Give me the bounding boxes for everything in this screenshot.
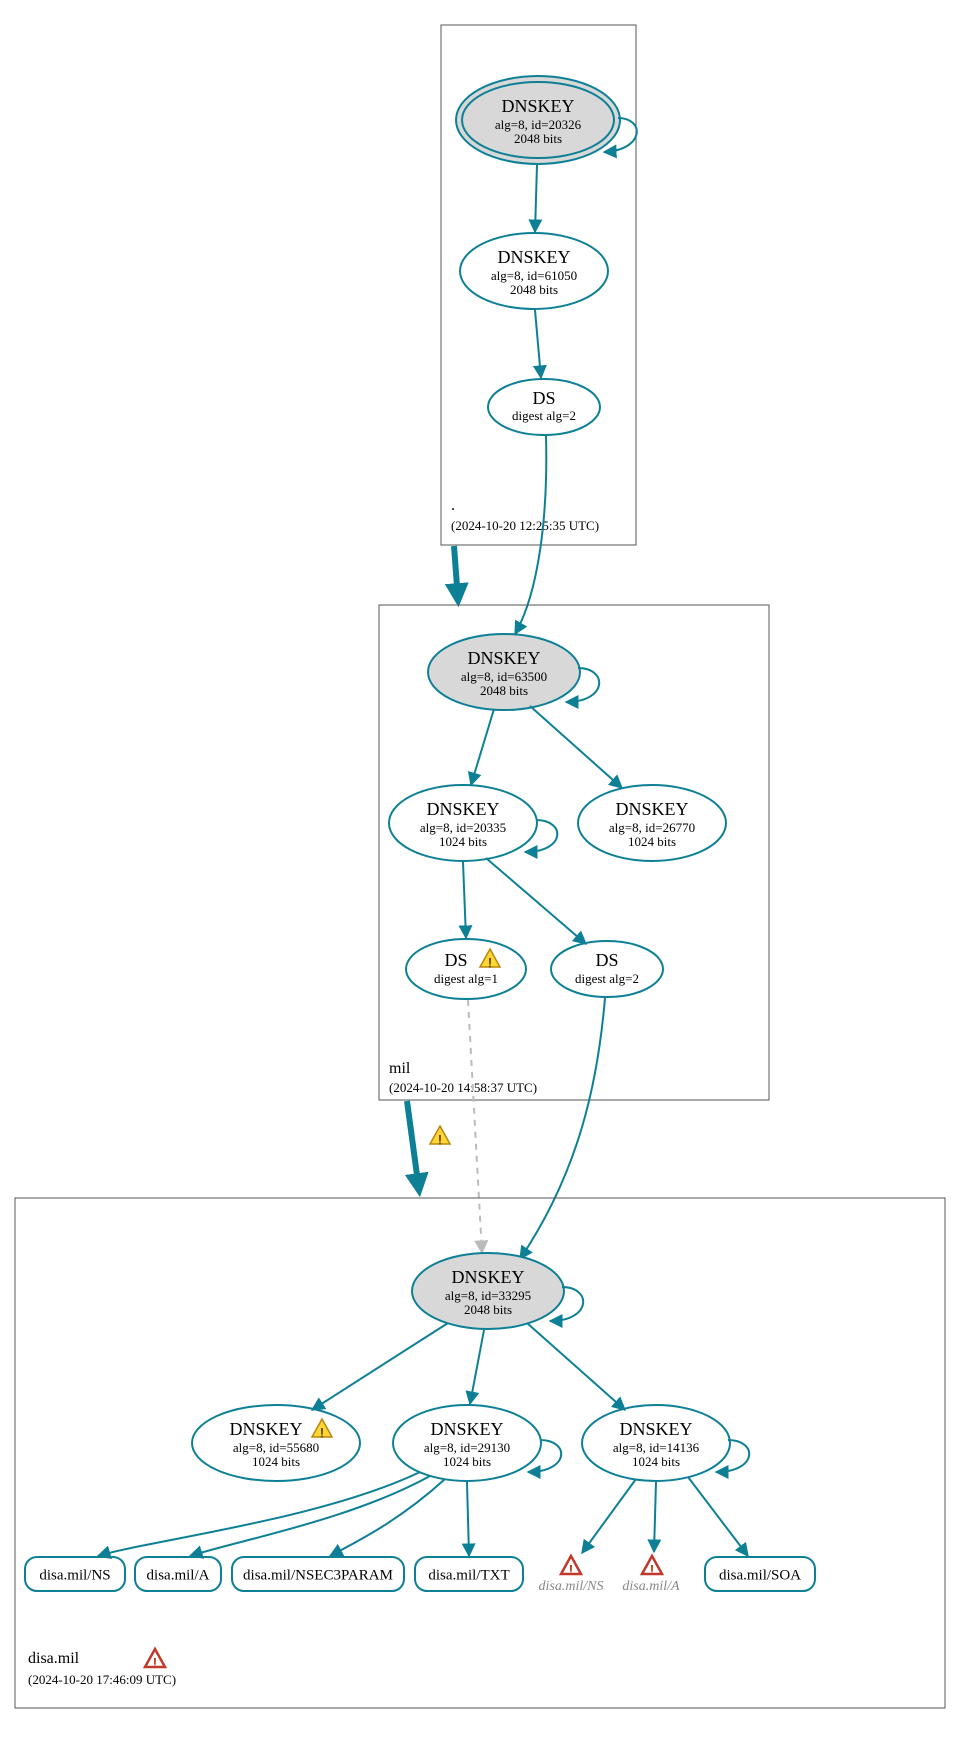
svg-text:alg=8, id=63500: alg=8, id=63500 [461,669,547,684]
warning-icon [430,1126,450,1148]
node-rr-ns[interactable]: disa.mil/NS [25,1557,125,1591]
svg-text:disa.mil/A: disa.mil/A [622,1579,680,1594]
svg-text:DS: DS [595,950,618,970]
node-mil-ksk[interactable]: DNSKEY alg=8, id=63500 2048 bits [428,634,580,710]
svg-text:2048 bits: 2048 bits [464,1302,512,1317]
edge-zsk2-a [190,1476,430,1556]
svg-text:DNSKEY: DNSKEY [451,1267,524,1287]
node-mil-ds1[interactable]: DS digest alg=1 [406,939,526,999]
svg-text:disa.mil/NS: disa.mil/NS [539,1579,604,1594]
node-disa-ksk[interactable]: DNSKEY alg=8, id=33295 2048 bits [412,1253,564,1329]
svg-text:DNSKEY: DNSKEY [619,1419,692,1439]
svg-text:digest alg=2: digest alg=2 [575,971,639,986]
svg-text:alg=8, id=55680: alg=8, id=55680 [233,1440,319,1455]
svg-text:alg=8, id=33295: alg=8, id=33295 [445,1288,531,1303]
edge-zsk3-aghost [654,1482,656,1552]
svg-text:1024 bits: 1024 bits [443,1454,491,1469]
edge-deleg-root-mil [454,546,458,600]
svg-text:2048 bits: 2048 bits [510,282,558,297]
node-mil-zsk1[interactable]: DNSKEY alg=8, id=20335 1024 bits [389,785,537,861]
node-rr-ns-ghost: disa.mil/NS [539,1556,604,1594]
edge-root-zsk-ds [535,310,541,378]
edge-disa-ksk-zsk2 [470,1330,484,1404]
svg-text:1024 bits: 1024 bits [439,834,487,849]
edge-mil-ksk-zsk2 [530,706,622,788]
zone-root-label: . [451,497,455,514]
node-disa-zsk1[interactable]: DNSKEY alg=8, id=55680 1024 bits [192,1405,360,1481]
svg-text:disa.mil/TXT: disa.mil/TXT [428,1567,509,1583]
zone-disa: disa.mil (2024-10-20 17:46:09 UTC) DNSKE… [15,1198,945,1708]
edge-zsk2-nsec3 [330,1479,445,1556]
svg-text:alg=8, id=26770: alg=8, id=26770 [609,820,695,835]
zone-root-timestamp: (2024-10-20 12:25:35 UTC) [451,518,599,533]
zone-mil-timestamp: (2024-10-20 14:58:37 UTC) [389,1080,537,1095]
svg-text:alg=8, id=61050: alg=8, id=61050 [491,268,577,283]
svg-text:digest alg=1: digest alg=1 [434,971,498,986]
svg-text:DNSKEY: DNSKEY [229,1419,302,1439]
svg-text:DNSKEY: DNSKEY [426,799,499,819]
svg-text:1024 bits: 1024 bits [252,1454,300,1469]
svg-text:DS: DS [444,950,467,970]
zone-mil-label: mil [389,1060,411,1077]
svg-text:disa.mil/SOA: disa.mil/SOA [719,1567,801,1583]
edge-zsk2-txt [467,1482,469,1556]
rrset-row: disa.mil/NS disa.mil/A disa.mil/NSEC3PAR… [25,1556,815,1594]
error-icon [145,1649,165,1671]
svg-text:digest alg=2: digest alg=2 [512,408,576,423]
edge-mil-ksk-zsk1 [471,709,494,785]
edge-root-ksk-zsk [535,165,537,232]
edge-zsk3-nsghost [582,1479,636,1553]
svg-text:DS: DS [532,388,555,408]
edge-mil-ds2-disa-ksk [520,998,605,1259]
node-mil-zsk2[interactable]: DNSKEY alg=8, id=26770 1024 bits [578,785,726,861]
svg-text:DNSKEY: DNSKEY [497,247,570,267]
svg-text:DNSKEY: DNSKEY [467,648,540,668]
svg-text:DNSKEY: DNSKEY [615,799,688,819]
node-root-ksk[interactable]: DNSKEY alg=8, id=20326 2048 bits [456,76,620,164]
node-root-zsk[interactable]: DNSKEY alg=8, id=61050 2048 bits [460,233,608,309]
error-icon [642,1556,662,1578]
node-disa-zsk2[interactable]: DNSKEY alg=8, id=29130 1024 bits [393,1405,541,1481]
svg-text:alg=8, id=29130: alg=8, id=29130 [424,1440,510,1455]
svg-text:2048 bits: 2048 bits [514,131,562,146]
svg-text:disa.mil/A: disa.mil/A [147,1567,210,1583]
node-root-ds[interactable]: DS digest alg=2 [488,379,600,435]
edge-disa-ksk-zsk3 [527,1323,625,1410]
node-rr-txt[interactable]: disa.mil/TXT [415,1557,523,1591]
svg-text:alg=8, id=14136: alg=8, id=14136 [613,1440,700,1455]
zone-root: . (2024-10-20 12:25:35 UTC) DNSKEY alg=8… [441,25,637,545]
node-rr-nsec3param[interactable]: disa.mil/NSEC3PARAM [232,1557,404,1591]
node-mil-ds2[interactable]: DS digest alg=2 [551,941,663,997]
node-rr-a[interactable]: disa.mil/A [135,1557,221,1591]
node-disa-zsk3[interactable]: DNSKEY alg=8, id=14136 1024 bits [582,1405,730,1481]
edge-disa-ksk-zsk1 [312,1323,448,1410]
svg-text:1024 bits: 1024 bits [632,1454,680,1469]
edge-zsk3-soa [688,1477,748,1556]
error-icon [561,1556,581,1578]
node-rr-a-ghost: disa.mil/A [622,1556,680,1594]
svg-text:1024 bits: 1024 bits [628,834,676,849]
edge-deleg-mil-disa [407,1101,419,1190]
edge-mil-zsk1-ds1 [463,862,466,938]
node-rr-soa[interactable]: disa.mil/SOA [705,1557,815,1591]
zone-disa-timestamp: (2024-10-20 17:46:09 UTC) [28,1672,176,1687]
edge-mil-zsk1-ds2 [486,858,586,944]
svg-text:alg=8, id=20335: alg=8, id=20335 [420,820,506,835]
zone-mil: mil (2024-10-20 14:58:37 UTC) DNSKEY alg… [379,605,769,1100]
edge-mil-ds1-disa-ksk [468,1000,482,1253]
svg-text:DNSKEY: DNSKEY [501,96,574,116]
svg-text:2048 bits: 2048 bits [480,683,528,698]
svg-text:DNSKEY: DNSKEY [430,1419,503,1439]
svg-text:disa.mil/NSEC3PARAM: disa.mil/NSEC3PARAM [243,1567,393,1583]
svg-text:alg=8, id=20326: alg=8, id=20326 [495,117,582,132]
svg-text:disa.mil/NS: disa.mil/NS [39,1567,110,1583]
zone-disa-label: disa.mil [28,1650,80,1667]
edge-root-ds-mil-ksk [515,436,546,634]
edge-zsk2-ns [98,1472,420,1556]
